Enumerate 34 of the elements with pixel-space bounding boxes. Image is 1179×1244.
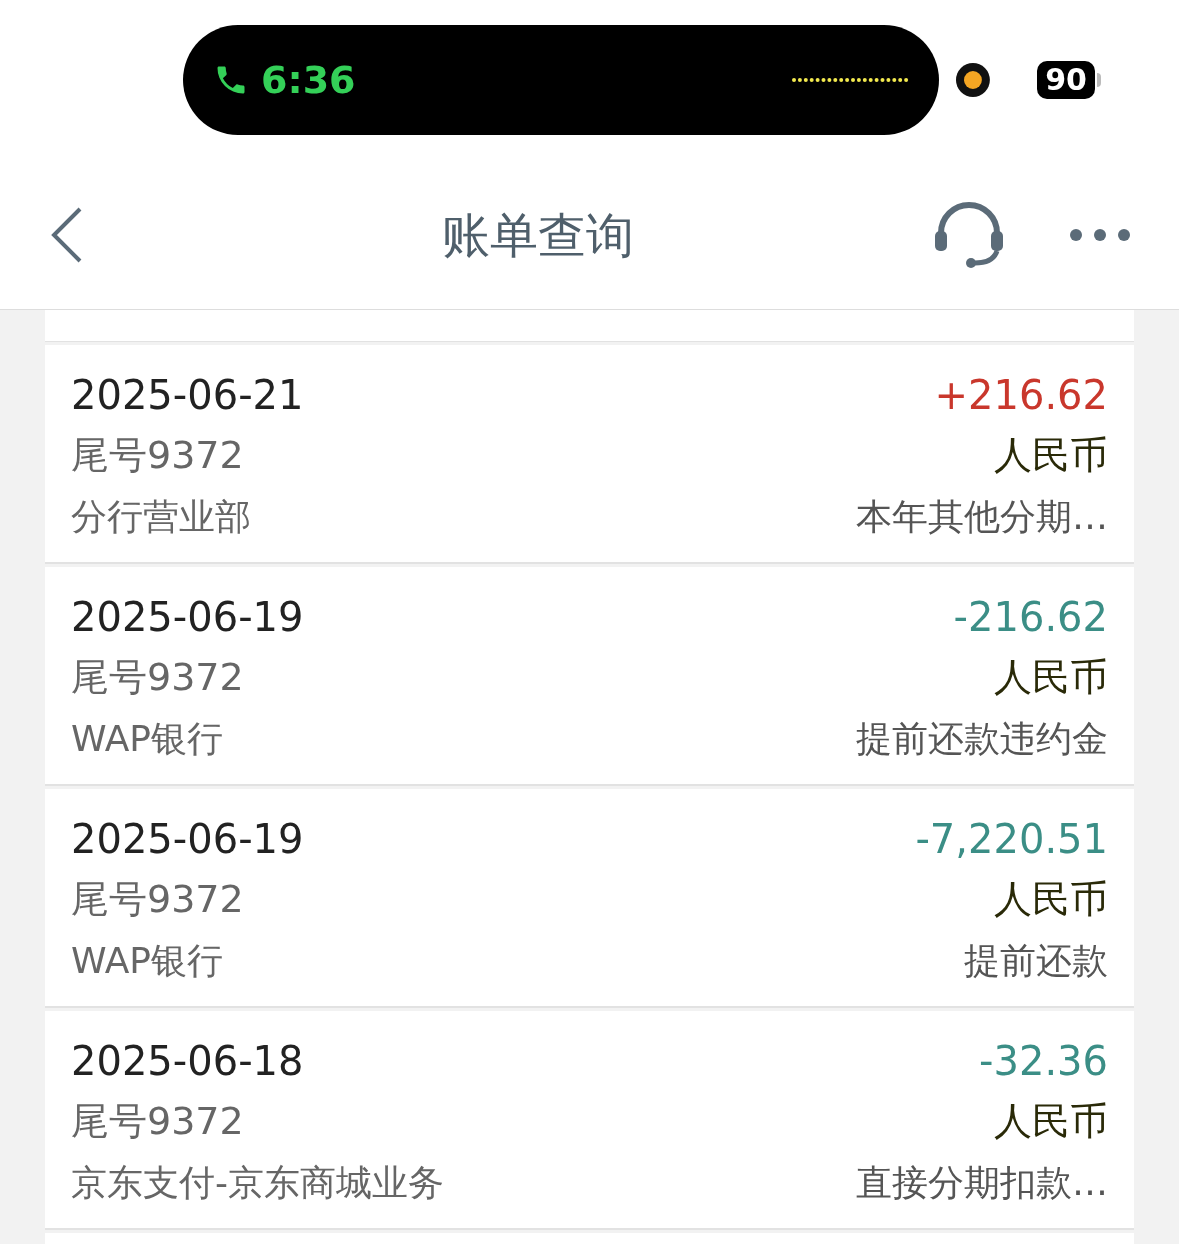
call-time: 6:36 [261,56,356,104]
page-title: 账单查询 [440,205,635,265]
transaction-description: 本年其他分期… [856,495,1108,539]
recording-dot-icon [955,62,992,98]
transaction-channel: WAP银行 [71,939,223,983]
transaction-description: 提前还款 [964,939,1108,983]
transaction-amount: -216.62 [953,593,1108,642]
transaction-channel: 分行营业部 [71,495,251,539]
waveform-icon [791,77,910,83]
transaction-description: 提前还款违约金 [856,717,1108,761]
transaction-amount: +216.62 [934,371,1108,420]
card-number: 尾号9372 [71,431,244,479]
transaction-description: 直接分期扣款… [856,1161,1108,1205]
transaction-date: 2025-06-19 [71,593,304,642]
battery-indicator: 90 [1037,61,1101,99]
transaction-card[interactable]: 2025-06-18 -32.36 尾号9372 人民币 京东支付-京东商城业务 直接分期扣款… [45,1011,1134,1230]
transaction-card[interactable]: 2025-06-19 -216.62 尾号9372 人民币 WAP银行 提前还款违约金 [45,567,1134,786]
currency: 人民币 [994,653,1108,701]
transaction-card[interactable]: 2025-06-21 +216.62 尾号9372 人民币 分行营业部 本年其他分期… [45,345,1134,564]
transaction-date: 2025-06-21 [71,371,304,420]
transaction-channel: 京东支付-京东商城业务 [71,1161,444,1205]
card-number: 尾号9372 [71,1097,244,1145]
transaction-date: 2025-06-19 [71,815,304,864]
currency: 人民币 [994,875,1108,923]
more-icon[interactable] [1069,227,1131,242]
card-number: 尾号9372 [71,875,244,923]
transaction-amount: -32.36 [979,1037,1108,1086]
transaction-channel: WAP银行 [71,717,223,761]
card-number: 尾号9372 [71,653,244,701]
transaction-amount: -7,220.51 [915,815,1108,864]
transaction-card[interactable]: 2025-06-19 -7,220.51 尾号9372 人民币 WAP银行 提前还款 [45,789,1134,1008]
currency: 人民币 [994,1097,1108,1145]
currency: 人民币 [994,431,1108,479]
transaction-date: 2025-06-18 [71,1037,304,1086]
